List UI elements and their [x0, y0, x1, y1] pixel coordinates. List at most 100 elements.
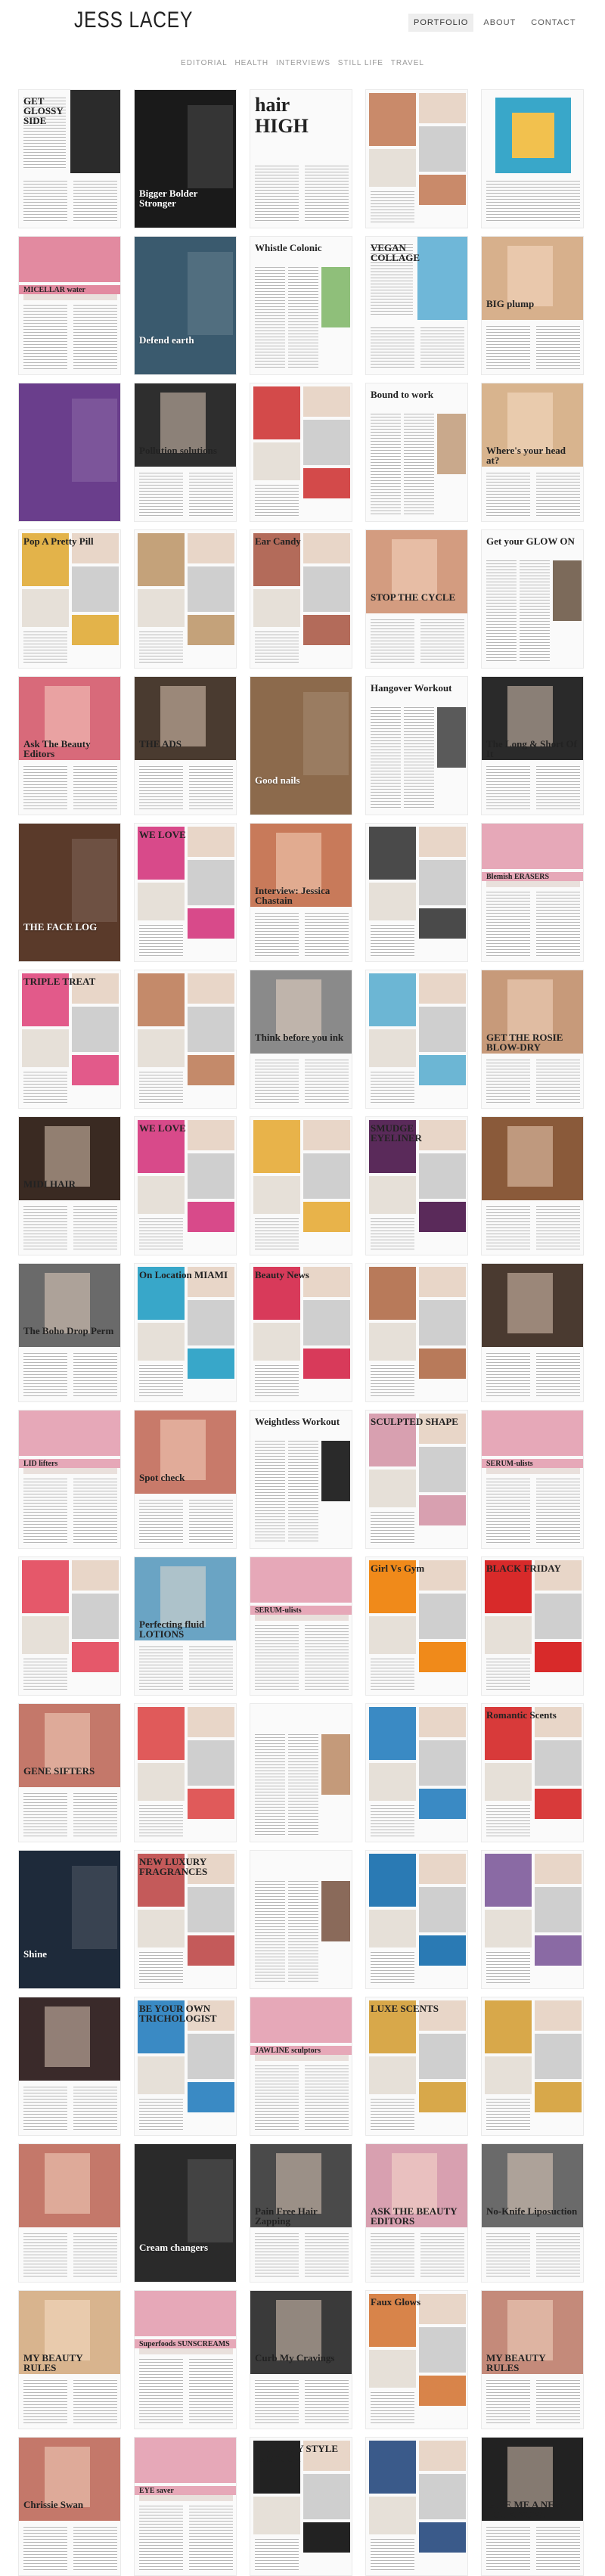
- portfolio-thumbnail[interactable]: Get your GLOW ON: [481, 529, 584, 669]
- portfolio-thumbnail[interactable]: [481, 1263, 584, 1402]
- portfolio-thumbnail[interactable]: Pop A Pretty Pill: [18, 529, 121, 669]
- portfolio-thumbnail[interactable]: [481, 1850, 584, 1989]
- portfolio-thumbnail[interactable]: MY BEAUTY RULES: [18, 2290, 121, 2429]
- portfolio-thumbnail[interactable]: Where's your head at?: [481, 383, 584, 522]
- portfolio-thumbnail[interactable]: GET GLOSSY SIDE: [18, 89, 121, 228]
- portfolio-thumbnail[interactable]: Bigger Bolder Stronger: [134, 89, 237, 228]
- portfolio-thumbnail[interactable]: GET THE ROSIE BLOW-DRY: [481, 970, 584, 1109]
- portfolio-thumbnail[interactable]: Beauty News: [250, 1263, 352, 1402]
- portfolio-thumbnail[interactable]: Romantic Scents: [481, 1703, 584, 1842]
- portfolio-thumbnail[interactable]: No-Knife Liposuction: [481, 2143, 584, 2283]
- portfolio-thumbnail[interactable]: [18, 1556, 121, 1696]
- portfolio-thumbnail[interactable]: [481, 1997, 584, 2136]
- portfolio-thumbnail[interactable]: [365, 2437, 468, 2576]
- portfolio-thumbnail[interactable]: WE LOVE: [134, 1116, 237, 1255]
- portfolio-thumbnail[interactable]: MIDI HAIR: [18, 1116, 121, 1255]
- portfolio-thumbnail[interactable]: SCULPTED SHAPE: [365, 1410, 468, 1549]
- portfolio-thumbnail[interactable]: VEGAN COLLAGE: [365, 236, 468, 375]
- portfolio-thumbnail[interactable]: Hangover Workout: [365, 676, 468, 815]
- portfolio-thumbnail[interactable]: SERUM-ulists: [250, 1556, 352, 1696]
- portfolio-thumbnail[interactable]: LUXE SCENTS: [365, 1997, 468, 2136]
- text-column: [255, 1625, 299, 1690]
- portfolio-thumbnail[interactable]: [365, 1263, 468, 1402]
- portfolio-thumbnail[interactable]: Pollution solutions: [134, 383, 237, 522]
- portfolio-thumbnail[interactable]: THE ADS: [134, 676, 237, 815]
- portfolio-thumbnail[interactable]: Curb My Cravings: [250, 2290, 352, 2429]
- nav-about[interactable]: ABOUT: [478, 14, 521, 32]
- portfolio-thumbnail[interactable]: [134, 1703, 237, 1842]
- text-column: [288, 1881, 318, 1984]
- portfolio-thumbnail[interactable]: [365, 1703, 468, 1842]
- portfolio-thumbnail[interactable]: Shine: [18, 1850, 121, 1989]
- portfolio-thumbnail[interactable]: [250, 383, 352, 522]
- portfolio-thumbnail[interactable]: Pain Free Hair Zapping: [250, 2143, 352, 2283]
- site-logo[interactable]: JESS LACEY: [74, 8, 193, 33]
- portfolio-thumbnail[interactable]: STOP THE CYCLE: [365, 529, 468, 669]
- portfolio-thumbnail[interactable]: Ear Candy: [250, 529, 352, 669]
- portfolio-thumbnail[interactable]: Cream changers: [134, 2143, 237, 2283]
- portfolio-thumbnail[interactable]: SERUM-ulists: [481, 1410, 584, 1549]
- category-editorial[interactable]: EDITORIAL: [181, 59, 228, 67]
- portfolio-thumbnail[interactable]: Ask The Beauty Editors: [18, 676, 121, 815]
- portfolio-thumbnail[interactable]: BE YOUR OWN TRICHOLOGIST: [134, 1997, 237, 2136]
- portfolio-thumbnail[interactable]: Bound to work: [365, 383, 468, 522]
- portfolio-thumbnail[interactable]: WE LOVE: [134, 823, 237, 962]
- portfolio-thumbnail[interactable]: [365, 970, 468, 1109]
- portfolio-thumbnail[interactable]: SMUDGE EYELINER: [365, 1116, 468, 1255]
- text-column: [486, 1952, 530, 1984]
- portfolio-thumbnail[interactable]: MICELLAR water: [18, 236, 121, 375]
- category-travel[interactable]: TRAVEL: [391, 59, 424, 67]
- portfolio-thumbnail[interactable]: [134, 529, 237, 669]
- portfolio-thumbnail[interactable]: HELP! MY STYLE IS STUCK: [250, 2437, 352, 2576]
- portfolio-thumbnail[interactable]: Chrissie Swan: [18, 2437, 121, 2576]
- portfolio-thumbnail[interactable]: LID lifters: [18, 1410, 121, 1549]
- portfolio-thumbnail[interactable]: The Boho Drop Perm: [18, 1263, 121, 1402]
- nav-contact[interactable]: CONTACT: [526, 14, 581, 32]
- portfolio-thumbnail[interactable]: [18, 1997, 121, 2136]
- portfolio-thumbnail[interactable]: GENE SIFTERS: [18, 1703, 121, 1842]
- portfolio-thumbnail[interactable]: [250, 1850, 352, 1989]
- portfolio-thumbnail[interactable]: Think before you ink: [250, 970, 352, 1109]
- portfolio-thumbnail[interactable]: [365, 823, 468, 962]
- portfolio-thumbnail[interactable]: Whistle Colonic: [250, 236, 352, 375]
- portfolio-thumbnail[interactable]: The Long & Short Of It: [481, 676, 584, 815]
- nav-portfolio[interactable]: PORTFOLIO: [408, 14, 474, 32]
- portfolio-thumbnail[interactable]: NEW LUXURY FRAGRANCES: [134, 1850, 237, 1989]
- portfolio-thumbnail[interactable]: On Location MIAMI: [134, 1263, 237, 1402]
- portfolio-thumbnail[interactable]: hair HIGH: [250, 89, 352, 228]
- portfolio-thumbnail[interactable]: [481, 89, 584, 228]
- portfolio-thumbnail[interactable]: [365, 89, 468, 228]
- portfolio-thumbnail[interactable]: [18, 2143, 121, 2283]
- portfolio-thumbnail[interactable]: MY BEAUTY RULES: [481, 2290, 584, 2429]
- portfolio-thumbnail[interactable]: Defend earth: [134, 236, 237, 375]
- portfolio-thumbnail[interactable]: Perfecting fluid LOTIONS: [134, 1556, 237, 1696]
- portfolio-thumbnail[interactable]: ASK THE BEAUTY EDITORS: [365, 2143, 468, 2283]
- portfolio-thumbnail[interactable]: Superfoods SUNSCREAMS: [134, 2290, 237, 2429]
- portfolio-thumbnail[interactable]: JAWLINE sculptors: [250, 1997, 352, 2136]
- photo: [22, 1029, 69, 1067]
- portfolio-thumbnail[interactable]: EYE saver: [134, 2437, 237, 2576]
- portfolio-thumbnail[interactable]: [365, 1850, 468, 1989]
- portfolio-thumbnail[interactable]: [134, 970, 237, 1109]
- category-interviews[interactable]: INTERVIEWS: [276, 59, 330, 67]
- category-health[interactable]: HEALTH: [234, 59, 268, 67]
- portfolio-thumbnail[interactable]: [250, 1116, 352, 1255]
- portfolio-thumbnail[interactable]: BIG plump: [481, 236, 584, 375]
- portfolio-thumbnail[interactable]: THE FACE LOG: [18, 823, 121, 962]
- portfolio-thumbnail[interactable]: Interview: Jessica Chastain: [250, 823, 352, 962]
- portfolio-thumbnail[interactable]: Good nails: [250, 676, 352, 815]
- category-still-life[interactable]: STILL LIFE: [338, 59, 383, 67]
- portfolio-thumbnail[interactable]: GIVE ME A NEW LOOK NOW!: [481, 2437, 584, 2576]
- portfolio-thumbnail[interactable]: [250, 1703, 352, 1842]
- portfolio-thumbnail[interactable]: BLACK FRIDAY: [481, 1556, 584, 1696]
- portfolio-thumbnail[interactable]: Weightless Workout: [250, 1410, 352, 1549]
- photo: [419, 1007, 466, 1052]
- portfolio-thumbnail[interactable]: Girl Vs Gym: [365, 1556, 468, 1696]
- thumbnail-headline: Bound to work: [371, 389, 434, 400]
- portfolio-thumbnail[interactable]: Faux Glows: [365, 2290, 468, 2429]
- portfolio-thumbnail[interactable]: Spot check: [134, 1410, 237, 1549]
- portfolio-thumbnail[interactable]: Blemish ERASERS: [481, 823, 584, 962]
- portfolio-thumbnail[interactable]: [18, 383, 121, 522]
- portfolio-thumbnail[interactable]: [481, 1116, 584, 1255]
- portfolio-thumbnail[interactable]: TRIPLE TREAT: [18, 970, 121, 1109]
